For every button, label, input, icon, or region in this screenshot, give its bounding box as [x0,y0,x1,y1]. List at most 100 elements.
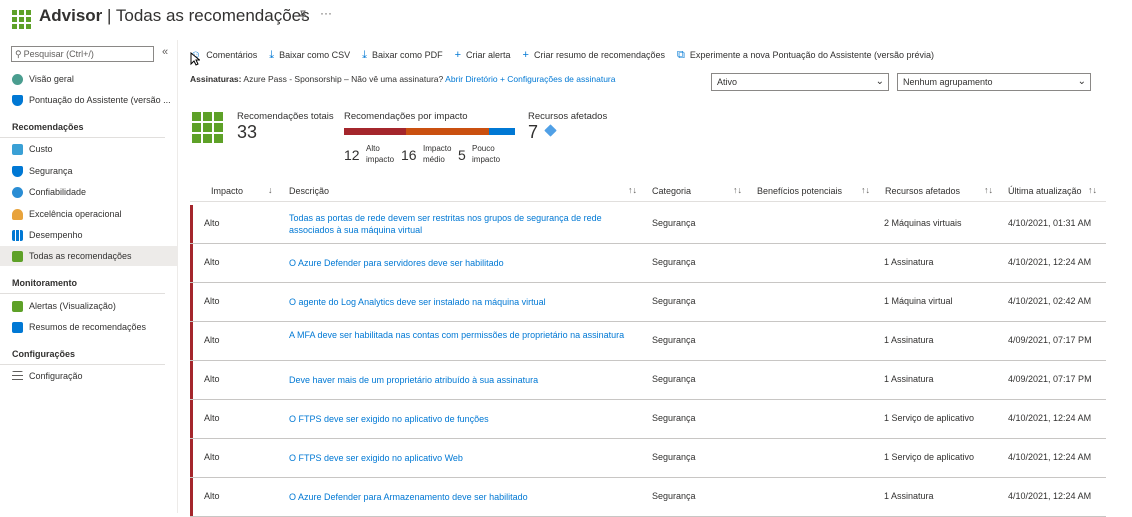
sidebar-item-all-recommendations[interactable]: Todas as recomendações [0,246,177,266]
sidebar-item-performance[interactable]: Desempenho [0,225,177,245]
cell-resources: 1 Máquina virtual [884,296,953,306]
sidebar-item-alerts[interactable]: Alertas (Visualização) [0,296,177,316]
high-impact-count: 12 [344,147,360,163]
download-pdf-label: Baixar como PDF [372,50,443,60]
more-options-icon[interactable]: ··· [320,6,332,20]
total-count: 33 [237,122,258,142]
cell-description-link[interactable]: O agente do Log Analytics deve ser insta… [289,296,641,308]
sidebar-item-overview[interactable]: Visão geral [0,69,177,89]
cell-updated: 4/09/2021, 07:17 PM [1008,335,1092,345]
sort-icon[interactable]: ↑↓ [733,185,742,195]
settings-icon [12,370,23,382]
cell-impact: Alto [204,491,220,501]
status-dropdown[interactable]: Ativo ⌄ [711,73,889,91]
low-impact-label-line: Pouco [472,144,495,153]
collapse-sidebar-icon[interactable]: « [162,46,168,58]
table-row[interactable]: Alto Deve haver mais de um proprietário a… [190,361,1106,400]
sidebar-item-label: Visão geral [29,74,74,84]
cell-category: Segurança [652,218,696,228]
header-updated[interactable]: Última atualização [1008,186,1082,196]
create-digest-button[interactable]: + Criar resumo de recomendações [523,49,666,61]
cell-description-link[interactable]: Todas as portas de rede devem ser restri… [289,212,641,236]
try-new-score-button[interactable]: ⧉ Experimente a nova Pontuação do Assist… [677,49,934,62]
cell-category: Segurança [652,296,696,306]
directory-settings-link[interactable]: Abrir Diretório + Configurações de assin… [445,74,615,84]
title-bar: Advisor | Todas as recomendações ··· [0,0,1132,34]
pin-icon[interactable] [298,10,308,23]
section-recommendations: Recomendações [12,122,84,132]
cell-description-link[interactable]: O FTPS deve ser exigido no aplicativo We… [289,452,641,464]
create-alert-button[interactable]: + Criar alerta [455,49,511,61]
sort-icon[interactable]: ↑↓ [984,185,993,195]
cell-resources: 1 Serviço de aplicativo [884,413,975,423]
search-input[interactable]: ⚲ Pesquisar (Ctrl+/) [11,46,154,62]
header-resources[interactable]: Recursos afetados [885,186,960,196]
download-csv-button[interactable]: ⤓ Baixar como CSV [269,49,350,62]
cell-description-link[interactable]: O Azure Defender para servidores deve se… [289,257,641,269]
feedback-button[interactable]: ☺ Comentários [190,49,257,61]
sort-icon[interactable]: ↑↓ [861,185,870,195]
cell-impact: Alto [204,413,220,423]
cell-description-link[interactable]: O Azure Defender para Armazenamento deve… [289,491,641,503]
cursor-icon [190,51,201,68]
header-benefits[interactable]: Benefícios potenciais [757,186,842,196]
sidebar-item-operational-excellence[interactable]: Excelência operacional [0,204,177,224]
sidebar-item-cost[interactable]: Custo [0,139,177,159]
cell-resources: 1 Assinatura [884,335,934,345]
affected-label: Recursos afetados [528,111,608,122]
cell-category: Segurança [652,491,696,501]
blade-title: Todas as recomendações [115,6,310,25]
table-row[interactable]: Alto Todas as portas de rede devem ser re… [190,205,1106,244]
header-category[interactable]: Categoria [652,186,691,196]
sidebar-item-advisor-score[interactable]: Pontuação do Assistente (versão ... [0,90,177,110]
cell-category: Segurança [652,452,696,462]
chevron-down-icon: ⌄ [1077,76,1086,87]
sidebar: ⚲ Pesquisar (Ctrl+/) « Visão geral Pontu… [0,40,178,513]
download-pdf-button[interactable]: ⤓ Baixar como PDF [362,49,442,62]
cell-updated: 4/10/2021, 12:24 AM [1008,491,1092,501]
low-impact-label: Pouco impacto [472,143,500,165]
table-row[interactable]: Alto O Azure Defender para Armazenamento … [190,478,1106,517]
header-impact[interactable]: Impacto [211,186,243,196]
download-icon: ⤓ [362,48,368,61]
cell-category: Segurança [652,374,696,384]
sidebar-item-label: Resumos de recomendações [29,322,147,332]
cell-resources: 1 Assinatura [884,374,934,384]
table-row[interactable]: Alto O agente do Log Analytics deve ser i… [190,283,1106,322]
sidebar-item-reliability[interactable]: Confiabilidade [0,182,177,202]
sort-icon[interactable]: ↑↓ [628,185,637,195]
table-row[interactable]: Alto O Azure Defender para servidores dev… [190,244,1106,283]
subscription-value: Azure Pass - Sponsorship – Não vê uma as… [243,74,444,84]
feedback-label: Comentários [206,50,258,60]
header-description[interactable]: Descrição [289,186,329,196]
sort-icon[interactable]: ↑↓ [1088,185,1097,195]
sidebar-item-label: Desempenho [29,230,83,240]
digest-icon [12,321,23,333]
cell-resources: 1 Assinatura [884,491,934,501]
cell-description-link[interactable]: O FTPS deve ser exigido no aplicativo de… [289,413,641,425]
sidebar-item-label: Todas as recomendações [29,251,132,261]
grouping-dropdown[interactable]: Nenhum agrupamento ⌄ [897,73,1091,91]
cost-icon [12,143,23,155]
cell-impact: Alto [204,335,220,345]
chevron-down-icon: ⌄ [875,76,884,87]
table-row[interactable]: Alto A MFA deve ser habilitada nas contas… [190,322,1106,361]
section-monitoring: Monitoramento [12,278,77,288]
sidebar-item-digests[interactable]: Resumos de recomendações [0,317,177,337]
impact-indicator [190,361,193,399]
medium-impact-label-line: Impacto [423,144,452,153]
sidebar-item-configuration[interactable]: Configuração [0,366,177,386]
cell-updated: 4/10/2021, 01:31 AM [1008,218,1092,228]
impact-indicator [190,205,193,243]
table-row[interactable]: Alto O FTPS deve ser exigido no aplicativ… [190,439,1106,478]
high-impact-label: Alto impacto [366,143,394,165]
sidebar-item-security[interactable]: Segurança [0,161,177,181]
cell-description-link[interactable]: Deve haver mais de um proprietário atrib… [289,374,641,386]
cell-updated: 4/10/2021, 12:24 AM [1008,257,1092,267]
cell-impact: Alto [204,374,220,384]
table-row[interactable]: Alto O FTPS deve ser exigido no aplicativ… [190,400,1106,439]
cell-category: Segurança [652,413,696,423]
sort-icon[interactable]: ↓ [268,185,273,195]
sidebar-item-label: Custo [29,144,53,154]
cell-description-link[interactable]: A MFA deve ser habilitada nas contas com… [289,329,641,341]
